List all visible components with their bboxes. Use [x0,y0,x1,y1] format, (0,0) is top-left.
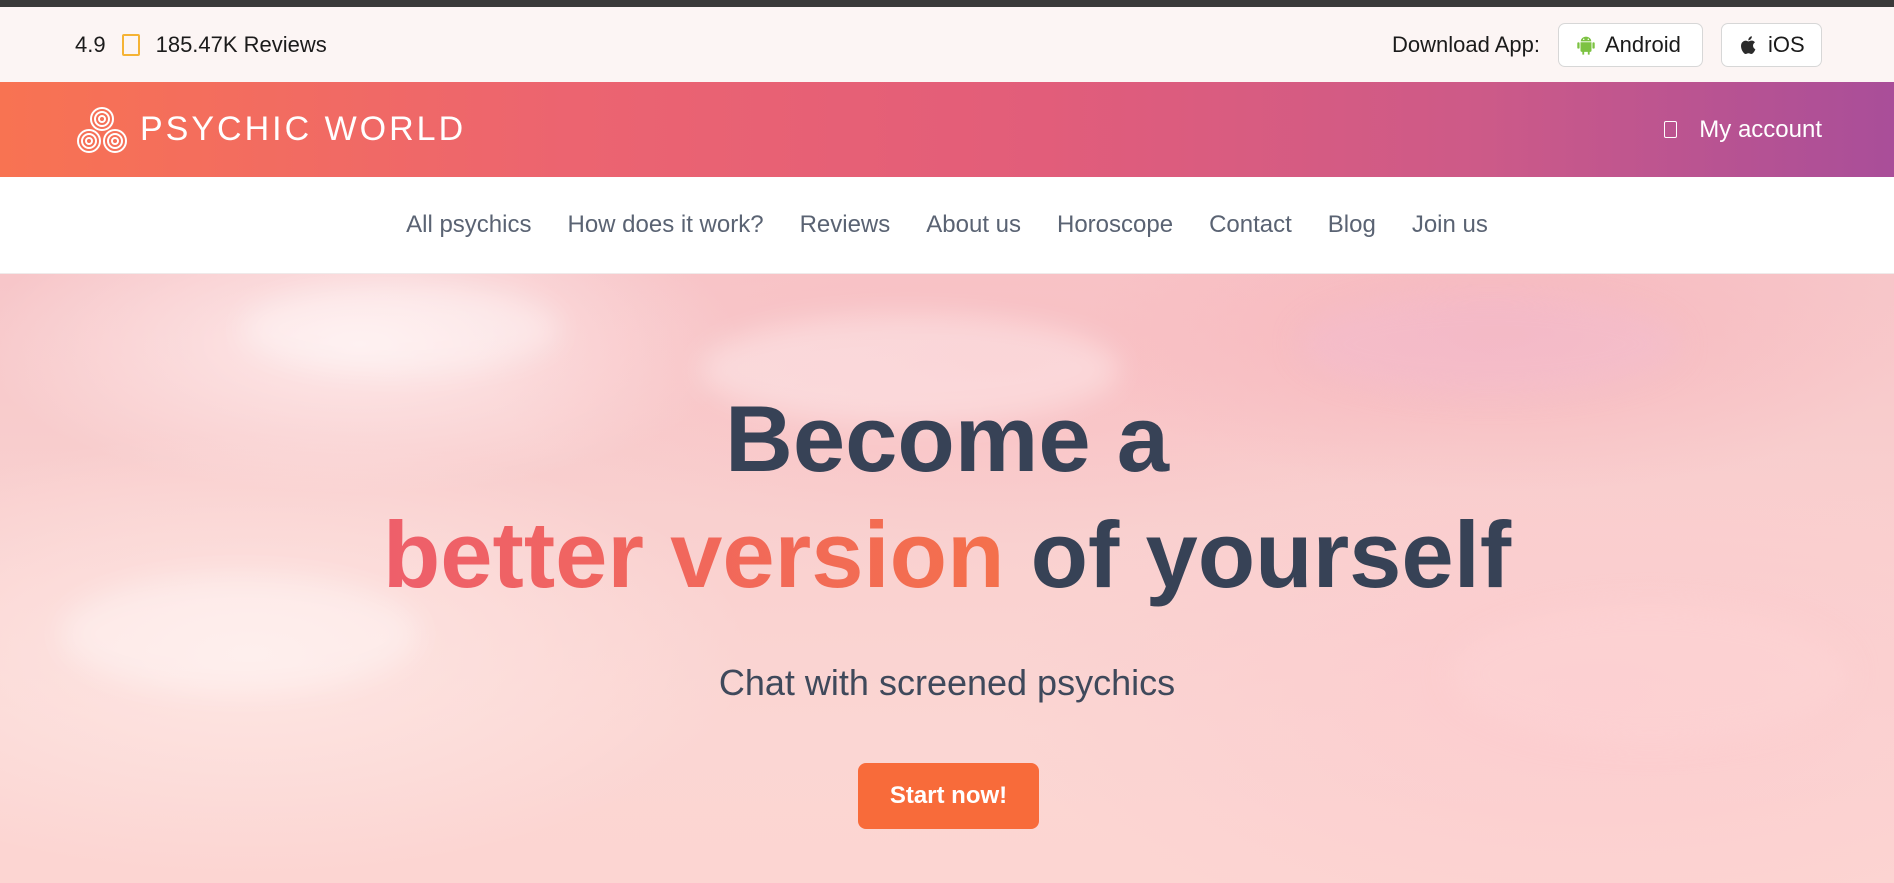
triple-spiral-icon [77,106,127,153]
hero-headline-accent: better version [382,502,1005,607]
user-icon [1664,121,1678,138]
ios-app-button[interactable]: iOS [1721,22,1822,67]
hero-headline-rest: of yourself [1004,502,1512,607]
hero-section: Become a better version of yourself Chat… [0,274,1894,883]
info-bar: 4.9 185.47K Reviews Download App: Androi… [0,7,1894,82]
nav-item-horoscope[interactable]: Horoscope [1039,211,1191,239]
ios-label: iOS [1768,31,1805,57]
android-icon [1577,36,1595,55]
reviews-count: 185.47K Reviews [155,31,327,57]
android-app-button[interactable]: Android [1558,22,1703,67]
nav-item-how-it-works[interactable]: How does it work? [549,211,781,239]
nav-item-contact[interactable]: Contact [1191,211,1310,239]
nav-item-about-us[interactable]: About us [908,211,1039,239]
nav-item-all-psychics[interactable]: All psychics [388,211,549,239]
apple-icon [1741,35,1756,54]
hero-headline-line1: Become a [724,386,1170,491]
account-label: My account [1699,115,1822,143]
rating-value: 4.9 [75,31,106,57]
hero-content: Become a better version of yourself Chat… [0,274,1894,883]
main-navigation: All psychics How does it work? Reviews A… [0,177,1894,274]
rating-summary: 4.9 185.47K Reviews [75,32,327,58]
start-now-button[interactable]: Start now! [858,763,1039,829]
nav-item-blog[interactable]: Blog [1310,211,1394,239]
brand-name: PSYCHIC WORLD [140,110,467,148]
hero-headline-line2: better version of yourself [0,508,1894,602]
site-header: PSYCHIC WORLD My account [0,82,1894,177]
android-label: Android [1605,31,1681,57]
nav-item-join-us[interactable]: Join us [1394,211,1506,239]
hero-subtitle: Chat with screened psychics [718,662,1176,703]
star-icon [121,33,140,56]
nav-item-reviews[interactable]: Reviews [782,211,909,239]
download-label: Download App: [1392,31,1540,57]
window-top-edge [0,0,1894,7]
my-account-link[interactable]: My account [1664,116,1822,144]
download-apps: Download App: Android iOS [1392,22,1822,67]
brand-logo[interactable]: PSYCHIC WORLD [76,105,466,155]
